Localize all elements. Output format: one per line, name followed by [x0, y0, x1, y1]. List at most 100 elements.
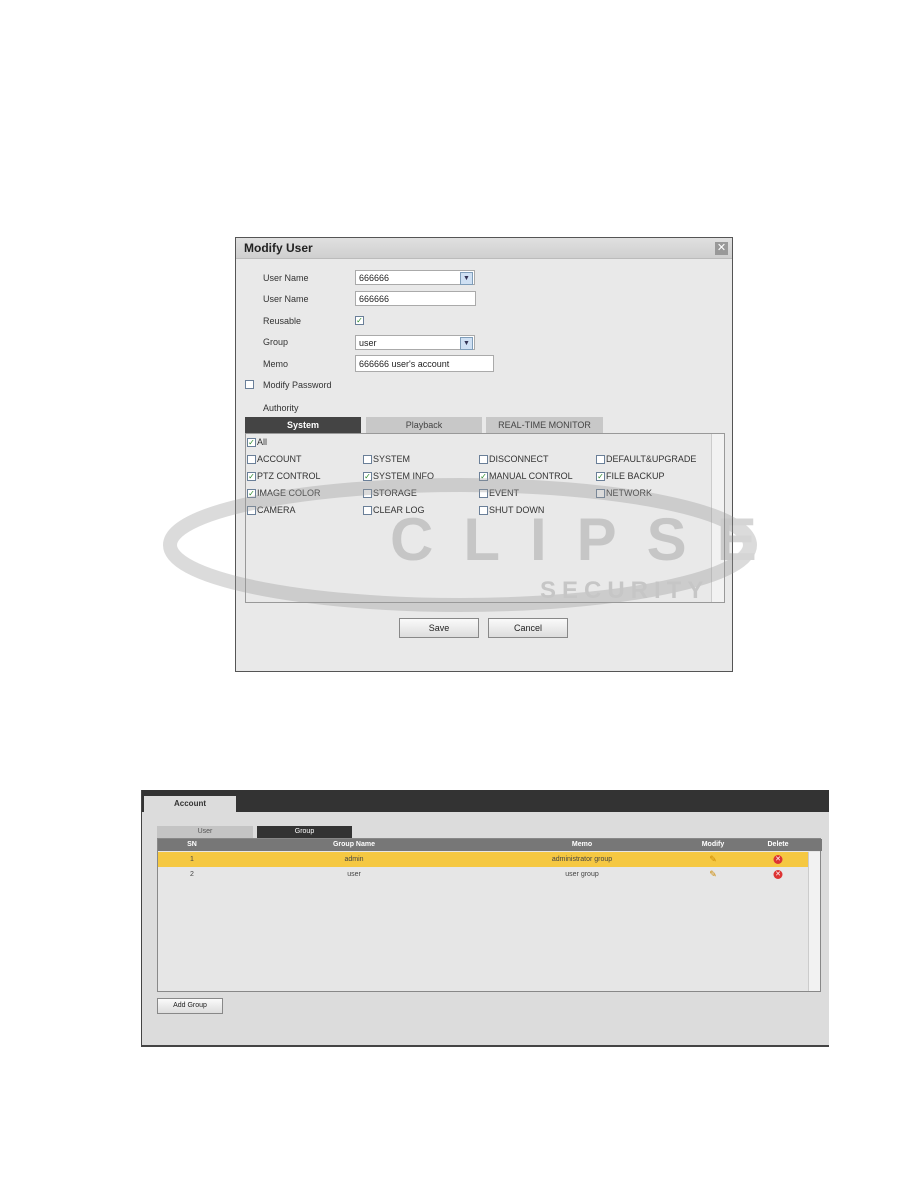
permission-item[interactable]: DEFAULT&UPGRADE	[596, 454, 696, 464]
user-name-select-value: 666666	[359, 273, 390, 283]
tab-real-time-monitor[interactable]: REAL-TIME MONITOR	[486, 417, 603, 433]
cell-group-name: admin	[344, 856, 364, 863]
permission-label: EVENT	[489, 488, 520, 498]
tab-playback[interactable]: Playback	[366, 417, 482, 433]
permission-item[interactable]: DISCONNECT	[479, 454, 549, 464]
col-delete: Delete	[767, 841, 789, 848]
cell-memo: administrator group	[551, 856, 613, 863]
permission-item[interactable]: EVENT	[479, 488, 519, 498]
permission-label: IMAGE COLOR	[257, 488, 321, 498]
checkbox[interactable]	[479, 454, 488, 464]
group-select[interactable]: user ▼	[355, 335, 475, 350]
permission-item[interactable]: ✓ FILE BACKUP	[596, 471, 665, 481]
checkbox[interactable]	[479, 505, 488, 515]
permission-item[interactable]: STORAGE	[363, 488, 417, 498]
group-select-value: user	[359, 338, 377, 348]
modify-user-dialog: Modify User ✕ User Name 666666 ▼ User Nam…	[235, 237, 733, 672]
checkbox[interactable]: ✓	[596, 471, 605, 481]
panel-header	[142, 790, 829, 812]
checkbox[interactable]	[363, 505, 372, 515]
scrollbar[interactable]	[808, 852, 820, 991]
checkbox[interactable]	[363, 488, 372, 498]
permission-item[interactable]: ✓ IMAGE COLOR	[247, 488, 321, 498]
reusable-checkbox[interactable]: ✓	[355, 316, 364, 325]
checkbox[interactable]	[479, 488, 488, 498]
user-name-select[interactable]: 666666 ▼	[355, 270, 475, 285]
chevron-down-icon: ▼	[460, 337, 473, 350]
checkbox[interactable]	[596, 454, 605, 464]
checkbox[interactable]	[363, 454, 372, 464]
group-label: Group	[263, 337, 289, 347]
permission-label: SYSTEM	[373, 454, 411, 464]
col-modify: Modify	[701, 841, 725, 848]
close-icon[interactable]: ✕	[715, 242, 728, 255]
cancel-button[interactable]: Cancel	[488, 618, 568, 638]
scrollbar[interactable]	[711, 434, 724, 602]
permission-label: CAMERA	[257, 505, 296, 515]
cell-memo: user group	[565, 871, 599, 878]
permission-item[interactable]: SYSTEM	[363, 454, 410, 464]
permission-item[interactable]: ✓ PTZ CONTROL	[247, 471, 321, 481]
permission-label: NETWORK	[606, 488, 652, 498]
tab-account[interactable]: Account	[144, 796, 236, 812]
permission-item[interactable]: NETWORK	[596, 488, 652, 498]
modify-password-checkbox[interactable]	[245, 380, 254, 389]
memo-label: Memo	[263, 359, 289, 369]
pencil-icon[interactable]: ✎	[709, 867, 717, 882]
permission-item[interactable]: ✓ MANUAL CONTROL	[479, 471, 573, 481]
reusable-label: Reusable	[263, 316, 302, 326]
permission-label: MANUAL CONTROL	[489, 471, 573, 481]
checkbox[interactable]: ✓	[247, 437, 256, 447]
col-group-name: Group Name	[332, 841, 376, 848]
checkbox[interactable]	[247, 454, 256, 464]
checkbox[interactable]	[247, 505, 256, 515]
cell-sn: 1	[190, 856, 194, 863]
checkbox[interactable]: ✓	[363, 471, 372, 481]
subtab-user[interactable]: User	[157, 826, 253, 838]
permission-item[interactable]: SHUT DOWN	[479, 505, 544, 515]
delete-icon[interactable]: ✕	[773, 855, 783, 864]
user-name-select-label: User Name	[263, 273, 309, 283]
group-table: SN Group Name Memo Modify Delete 1 admin a…	[157, 838, 822, 992]
cell-sn: 2	[190, 871, 194, 878]
permission-label: STORAGE	[373, 488, 417, 498]
permission-label: DEFAULT&UPGRADE	[606, 454, 697, 464]
permission-list: ✓ All ACCOUNT SYSTEM DISCONNECT DEFAULT&UPGR…	[245, 433, 725, 603]
permission-item[interactable]: ✓ SYSTEM INFO	[363, 471, 434, 481]
memo-input[interactable]: 666666 user's account	[355, 355, 494, 372]
save-button[interactable]: Save	[399, 618, 479, 638]
checkbox[interactable]	[596, 488, 605, 498]
col-memo: Memo	[571, 841, 593, 848]
permission-item[interactable]: ACCOUNT	[247, 454, 302, 464]
subtab-group[interactable]: Group	[257, 826, 352, 838]
user-name-label: User Name	[263, 294, 309, 304]
checkbox[interactable]: ✓	[247, 488, 256, 498]
permission-label: DISCONNECT	[489, 454, 549, 464]
table-header: SN Group Name Memo Modify Delete	[158, 839, 822, 851]
permission-item[interactable]: CLEAR LOG	[363, 505, 425, 515]
account-panel: Account User Group SN Group Name Memo Mo…	[141, 790, 829, 1047]
checkbox[interactable]: ✓	[479, 471, 488, 481]
user-name-input[interactable]: 666666	[355, 291, 476, 306]
col-sn: SN	[187, 841, 197, 848]
permission-label: PTZ CONTROL	[257, 471, 321, 481]
table-row[interactable]: 1 admin administrator group ✎ ✕	[158, 852, 808, 867]
permission-label: SYSTEM INFO	[373, 471, 435, 481]
permission-item[interactable]: CAMERA	[247, 505, 296, 515]
permission-label: All	[257, 437, 268, 447]
permission-all[interactable]: ✓ All	[247, 437, 267, 447]
permission-label: ACCOUNT	[257, 454, 302, 464]
add-group-button[interactable]: Add Group	[157, 998, 223, 1014]
tab-system[interactable]: System	[245, 417, 361, 433]
permission-label: SHUT DOWN	[489, 505, 545, 515]
cell-group-name: user	[347, 871, 361, 878]
permission-label: FILE BACKUP	[606, 471, 665, 481]
delete-icon[interactable]: ✕	[773, 870, 783, 879]
permission-label: CLEAR LOG	[373, 505, 425, 515]
checkbox[interactable]: ✓	[247, 471, 256, 481]
modify-password-label: Modify Password	[263, 380, 332, 390]
table-row[interactable]: 2 user user group ✎ ✕	[158, 867, 808, 882]
dialog-title: Modify User	[236, 238, 732, 259]
authority-label: Authority	[263, 403, 299, 413]
pencil-icon[interactable]: ✎	[709, 852, 717, 867]
